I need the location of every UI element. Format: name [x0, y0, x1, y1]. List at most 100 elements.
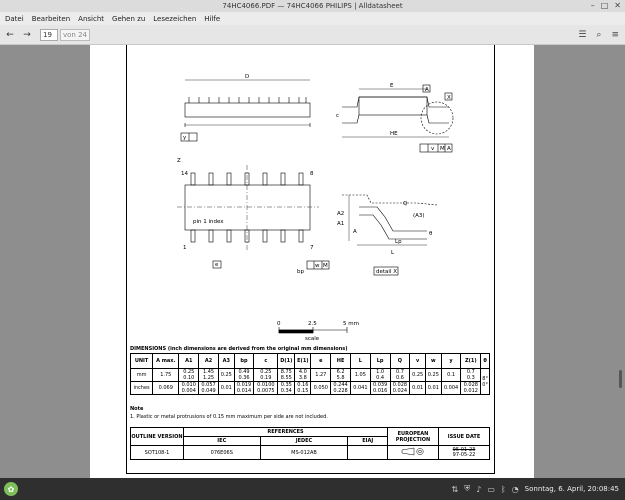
hdr-projection: EUROPEAN PROJECTION [387, 427, 439, 446]
start-menu-icon[interactable]: ✿ [4, 482, 18, 496]
tol-w: w [315, 263, 320, 269]
dim-bp: bp [297, 269, 304, 275]
hdr-he: HE [330, 353, 351, 369]
dimensions-table: UNIT A max. A1 A2 A3 bp c D(1) E(1) e HE… [129, 353, 490, 395]
page-number-input[interactable]: 19 [40, 28, 58, 41]
clock[interactable]: Sonntag, 6. April, 20:08:45 [525, 485, 619, 493]
close-icon[interactable]: ✕ [614, 1, 621, 10]
cell: 8.75 8.55 [277, 368, 296, 382]
pin-1-index-label: pin 1 index [193, 219, 224, 225]
cell: 0.028 0.012 [460, 381, 482, 395]
pdf-page: D y E A X c HE v M A Z 14 8 1 7 pin 1 in… [90, 45, 534, 478]
page-count: von 24 [60, 28, 90, 41]
minimize-icon[interactable]: – [591, 1, 595, 10]
hdr-bp: bp [233, 353, 255, 369]
menu-hilfe[interactable]: Hilfe [204, 15, 220, 23]
wifi-icon[interactable]: ◔ [512, 485, 519, 494]
hdr-lp: Lp [369, 353, 391, 369]
menu-datei[interactable]: Datei [5, 15, 24, 23]
menu-bearbeiten[interactable]: Bearbeiten [32, 15, 70, 23]
dim-A: A [353, 229, 357, 235]
cell: 0.25 0.10 [178, 368, 200, 382]
menu-lesezeichen[interactable]: Lesezeichen [153, 15, 196, 23]
projection-symbol [387, 445, 439, 460]
hdr-iec: IEC [183, 436, 261, 446]
pin-14-label: 14 [181, 171, 188, 177]
maximize-icon[interactable]: □ [601, 1, 609, 10]
package-drawing: D y E A X c HE v M A Z 14 8 1 7 pin 1 in… [177, 74, 454, 342]
cell: mm [129, 368, 154, 382]
cell: 4.0 3.8 [294, 368, 312, 382]
search-icon[interactable]: ⌕ [596, 30, 601, 40]
dimensions-title: DIMENSIONS (inch dimensions are derived … [130, 346, 348, 352]
hdr-y: y [440, 353, 462, 369]
cell: 0.019 0.014 [233, 381, 255, 395]
outline-table: OUTLINE VERSION REFERENCES EUROPEAN PROJ… [130, 427, 490, 460]
eiaj-value [347, 445, 388, 460]
hdr-jedec: JEDEC [259, 436, 349, 446]
tol-M: M [440, 146, 445, 152]
cell: 0.004 [440, 381, 462, 395]
menu-icon[interactable]: ≡ [611, 30, 619, 40]
vertical-scrollbar[interactable] [619, 45, 623, 478]
detail-x-label: detail X [376, 269, 397, 275]
hdr-z: Z(1) [460, 353, 482, 369]
cell: 0.25 [424, 368, 442, 382]
menu-ansicht[interactable]: Ansicht [78, 15, 104, 23]
menu-bar: Datei Bearbeiten Ansicht Gehen zu Leseze… [0, 12, 625, 25]
cell: 0.039 0.016 [369, 381, 391, 395]
sidebar-toggle-icon[interactable]: ☰ [578, 30, 586, 40]
toolbar: ← → 19 von 24 ☰ ⌕ ≡ [0, 25, 625, 45]
pin-7-label: 7 [310, 245, 314, 251]
dim-A2: A2 [337, 211, 344, 217]
dim-Z: Z [177, 158, 181, 164]
table-row: mm 1.75 0.25 0.10 1.45 1.25 0.25 0.49 0.… [129, 368, 490, 395]
scrollbar-thumb[interactable] [619, 370, 622, 388]
tol-A: A [447, 146, 451, 152]
hdr-v: v [409, 353, 426, 369]
table-row: SOT108-1 076E06S MS-012AB 95-01-23 97-05… [130, 445, 490, 460]
bluetooth-icon[interactable]: ᛒ [501, 485, 506, 494]
window-titlebar: 74HC4066.PDF — 74HC4066 PHILIPS | Alldat… [0, 0, 625, 12]
table-row: inches 0.069 0.010 0.004 0.057 0.049 0.0… [129, 381, 490, 395]
hdr-l: L [349, 353, 371, 369]
shield-icon[interactable]: ⛨ [464, 484, 470, 494]
cell: 6.2 5.8 [330, 368, 351, 382]
cell: inches [129, 381, 154, 395]
dimensions-header-row: UNIT A max. A1 A2 A3 bp c D(1) E(1) e HE… [129, 353, 490, 369]
forward-arrow-icon[interactable]: → [20, 30, 34, 40]
document-viewer[interactable]: D y E A X c HE v M A Z 14 8 1 7 pin 1 in… [0, 45, 625, 478]
cell: 0.050 [310, 381, 332, 395]
cell: 0.7 0.6 [389, 368, 411, 382]
hdr-c: c [253, 353, 279, 369]
pin-8-label: 8 [310, 171, 314, 177]
battery-icon[interactable]: ▭ [487, 485, 495, 494]
cell: 8° 0° [480, 368, 490, 395]
cell: 0.244 0.228 [330, 381, 351, 395]
jedec-value: MS-012AB [259, 445, 349, 460]
front-leads [188, 97, 307, 103]
cell: 1.45 1.25 [198, 368, 219, 382]
tol-v: v [431, 146, 435, 152]
tol-w-M: M [323, 263, 328, 269]
menu-gehen-zu[interactable]: Gehen zu [112, 15, 145, 23]
hdr-a1: A1 [178, 353, 200, 369]
note-text: 1. Plastic or metal protrusions of 0.15 … [130, 414, 328, 420]
detail-outline [342, 194, 438, 206]
dim-L: L [391, 250, 395, 256]
cell: 0.010 0.004 [178, 381, 200, 395]
cell: 0.49 0.36 [233, 368, 255, 382]
hdr-unit: UNIT [129, 353, 154, 369]
cell: 1.0 0.4 [369, 368, 391, 382]
dim-y-datum: y [183, 135, 187, 141]
cell: 0.069 [152, 381, 180, 395]
cell: 0.041 [349, 381, 371, 395]
volume-icon[interactable]: ♪ [476, 485, 481, 494]
dim-HE: HE [390, 131, 398, 137]
network-icon[interactable]: ⇅ [452, 485, 459, 494]
cell: 0.25 [409, 368, 426, 382]
drawing-frame: D y E A X c HE v M A Z 14 8 1 7 pin 1 in… [126, 45, 495, 474]
outline-version-value: SOT108-1 [130, 445, 184, 460]
back-arrow-icon[interactable]: ← [3, 30, 17, 40]
window-title: 74HC4066.PDF — 74HC4066 PHILIPS | Alldat… [222, 2, 403, 10]
